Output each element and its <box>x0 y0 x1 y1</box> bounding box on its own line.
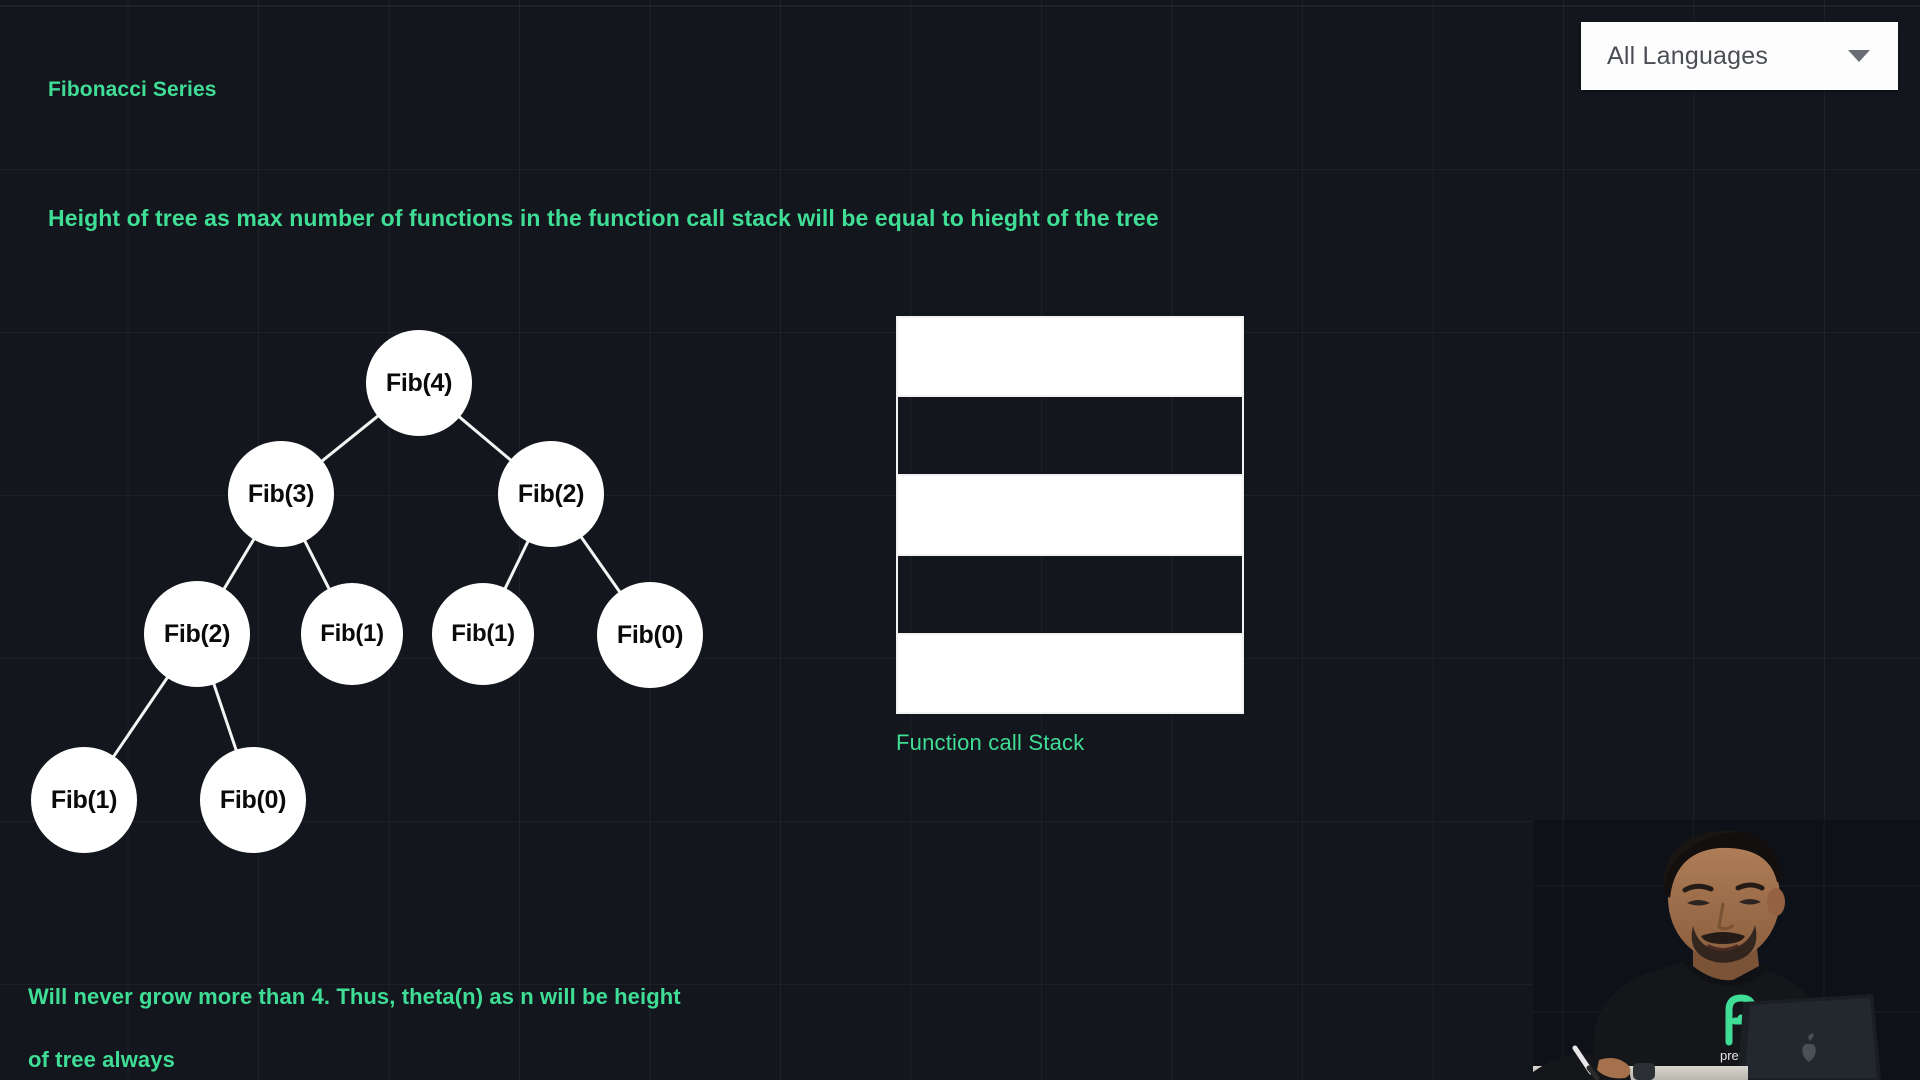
footnote-line-2: of tree always <box>28 1047 175 1072</box>
tree-node: Fib(2) <box>144 581 250 687</box>
stack-frame-filled <box>898 318 1242 396</box>
tree-node-label: Fib(1) <box>451 620 515 647</box>
tree-node: Fib(1) <box>301 583 403 685</box>
tree-node: Fib(1) <box>31 747 137 853</box>
tree-node: Fib(1) <box>432 583 534 685</box>
stack-frame-filled <box>898 474 1242 554</box>
slide-canvas: Fibonacci Series All Languages Height of… <box>0 0 1920 1080</box>
function-call-stack <box>896 316 1244 714</box>
stack-frame-empty <box>898 553 1242 633</box>
tree-node-label: Fib(0) <box>219 785 287 814</box>
tree-node-label: Fib(3) <box>247 479 315 508</box>
tree-node-label: Fib(2) <box>517 479 585 508</box>
function-call-stack-caption: Function call Stack <box>896 730 1085 755</box>
tree-node: Fib(4) <box>366 330 472 436</box>
presenter-video-overlay: prepinsta <box>1533 820 1920 1080</box>
footnote: Will never grow more than 4. Thus, theta… <box>28 965 681 1080</box>
tree-node-label: Fib(1) <box>50 785 118 814</box>
tree-node: Fib(0) <box>597 582 703 688</box>
tree-node-label: Fib(2) <box>163 619 231 648</box>
tree-node-label: Fib(0) <box>616 620 684 649</box>
tree-node: Fib(2) <box>498 441 604 547</box>
tree-node-label: Fib(4) <box>385 368 453 397</box>
tree-node: Fib(3) <box>228 441 334 547</box>
presenter-image: prepinsta <box>1533 820 1920 1080</box>
tree-node-label: Fib(1) <box>320 620 384 647</box>
footnote-line-1: Will never grow more than 4. Thus, theta… <box>28 984 681 1009</box>
stack-frame-filled <box>898 632 1242 713</box>
tree-node: Fib(0) <box>200 747 306 853</box>
stack-frame-empty <box>898 395 1242 474</box>
